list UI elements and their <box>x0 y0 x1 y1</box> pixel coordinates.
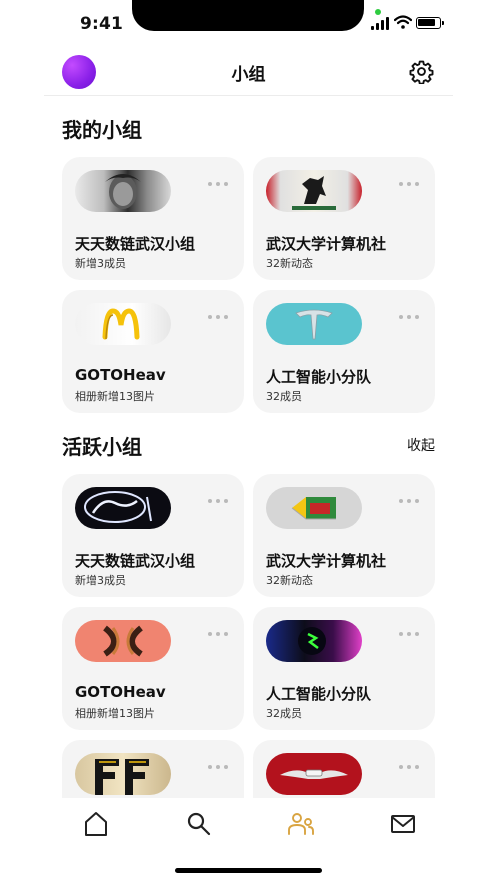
settings-gear-icon[interactable] <box>409 59 434 84</box>
wifi-icon <box>394 15 412 29</box>
group-thumbnail <box>75 620 171 662</box>
group-card[interactable]: GOTOHeav 相册新增13图片 <box>62 290 244 413</box>
group-activity: 32新动态 <box>266 574 313 587</box>
group-thumbnail <box>75 303 171 345</box>
group-card[interactable]: 武汉大学计算机社 32新动态 <box>253 157 435 280</box>
more-options-icon[interactable] <box>399 182 419 186</box>
groups-icon[interactable] <box>287 810 315 838</box>
group-name: 武汉大学计算机社 <box>266 552 387 570</box>
active-groups-title: 活跃小组 <box>62 435 142 459</box>
more-options-icon[interactable] <box>399 765 419 769</box>
device-notch <box>132 0 364 31</box>
more-options-icon[interactable] <box>208 632 228 636</box>
group-thumbnail <box>266 753 362 795</box>
group-thumbnail <box>75 170 171 212</box>
group-card[interactable] <box>62 740 244 798</box>
more-options-icon[interactable] <box>399 632 419 636</box>
group-thumbnail <box>266 620 362 662</box>
mail-icon[interactable] <box>389 810 417 838</box>
group-name: 天天数链武汉小组 <box>75 552 196 570</box>
group-thumbnail <box>75 753 171 795</box>
group-activity: 新增3成员 <box>75 574 126 587</box>
group-activity: 32成员 <box>266 390 302 403</box>
active-groups-grid: 天天数链武汉小组 新增3成员 武汉大学计算机社 32新动态 GOTOHeav 相… <box>62 474 435 798</box>
more-options-icon[interactable] <box>208 315 228 319</box>
my-groups-grid: 天天数链武汉小组 新增3成员 武汉大学计算机社 32新动态 GOTOHeav 相… <box>62 157 435 413</box>
group-activity: 32新动态 <box>266 257 313 270</box>
group-name: GOTOHeav <box>75 366 166 384</box>
active-groups-header: 活跃小组 收起 <box>62 431 435 461</box>
group-card[interactable] <box>253 740 435 798</box>
my-groups-header: 我的小组 <box>62 114 435 144</box>
group-thumbnail <box>75 487 171 529</box>
group-activity: 相册新增13图片 <box>75 707 155 720</box>
status-time: 9:41 <box>80 14 124 34</box>
tab-bar <box>0 798 497 883</box>
group-name: 天天数链武汉小组 <box>75 235 196 253</box>
group-card[interactable]: 天天数链武汉小组 新增3成员 <box>62 157 244 280</box>
collapse-button[interactable]: 收起 <box>407 435 435 455</box>
more-options-icon[interactable] <box>208 765 228 769</box>
group-thumbnail <box>266 170 362 212</box>
search-icon[interactable] <box>185 810 213 838</box>
group-card[interactable]: 天天数链武汉小组 新增3成员 <box>62 474 244 597</box>
group-name: 人工智能小分队 <box>266 685 372 703</box>
group-thumbnail <box>266 487 362 529</box>
more-options-icon[interactable] <box>399 499 419 503</box>
group-card[interactable]: GOTOHeav 相册新增13图片 <box>62 607 244 730</box>
home-icon[interactable] <box>82 810 110 838</box>
group-name: GOTOHeav <box>75 683 166 701</box>
my-groups-title: 我的小组 <box>62 118 142 142</box>
group-card[interactable]: 人工智能小分队 32成员 <box>253 607 435 730</box>
group-card[interactable]: 武汉大学计算机社 32新动态 <box>253 474 435 597</box>
nav-bar: 小组 <box>0 48 497 96</box>
cellular-signal-icon <box>371 17 389 30</box>
camera-indicator-dot <box>375 9 381 15</box>
more-options-icon[interactable] <box>208 182 228 186</box>
group-activity: 相册新增13图片 <box>75 390 155 403</box>
status-bar: 9:41 <box>0 0 497 48</box>
group-activity: 新增3成员 <box>75 257 126 270</box>
group-card[interactable]: 人工智能小分队 32成员 <box>253 290 435 413</box>
groups-content[interactable]: 我的小组 天天数链武汉小组 新增3成员 武汉大学计算机社 32新动态 GOTOH… <box>0 96 497 798</box>
battery-icon <box>416 17 444 29</box>
group-name: 武汉大学计算机社 <box>266 235 387 253</box>
group-activity: 32成员 <box>266 707 302 720</box>
group-name: 人工智能小分队 <box>266 368 372 386</box>
group-thumbnail <box>266 303 362 345</box>
more-options-icon[interactable] <box>399 315 419 319</box>
more-options-icon[interactable] <box>208 499 228 503</box>
home-indicator <box>175 868 322 873</box>
